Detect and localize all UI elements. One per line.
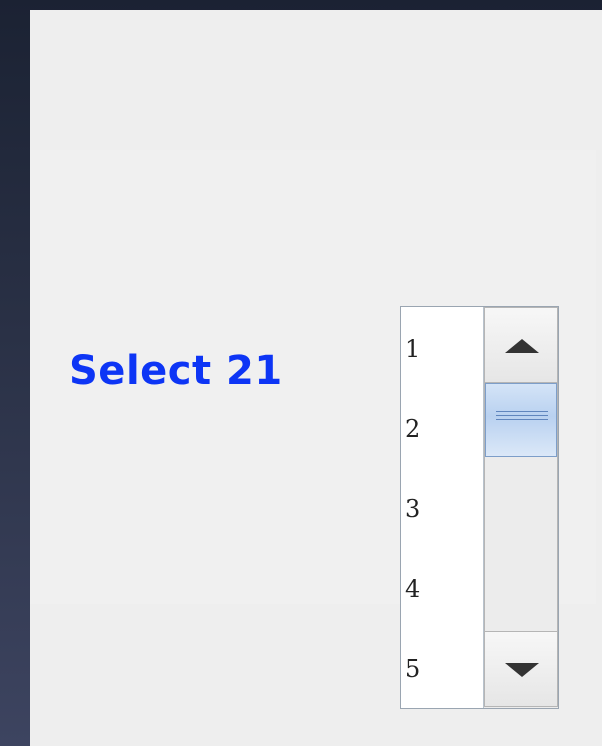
list-item-5[interactable]: 5: [401, 627, 483, 707]
content-panel: Select 21 1 2 3 4 5: [30, 150, 596, 709]
number-list[interactable]: 1 2 3 4 5: [400, 306, 559, 709]
scroll-up-button[interactable]: [484, 307, 558, 383]
list-item-label: 1: [405, 335, 421, 363]
list-item-label: 4: [405, 575, 421, 603]
list-items-area: 1 2 3 4 5: [401, 307, 484, 708]
arrow-up-icon: [505, 339, 539, 353]
list-item-3[interactable]: 3: [401, 467, 483, 547]
app-window: Select 21 1 2 3 4 5: [30, 10, 602, 746]
arrow-down-icon: [505, 663, 539, 677]
scroll-track[interactable]: [484, 383, 558, 631]
list-item-label: 3: [405, 495, 421, 523]
list-item-2[interactable]: 2: [401, 387, 483, 467]
scroll-down-button[interactable]: [484, 631, 558, 707]
vertical-scrollbar[interactable]: [484, 307, 558, 708]
list-item-label: 2: [405, 415, 421, 443]
list-item-label: 5: [405, 655, 421, 683]
list-item-1[interactable]: 1: [401, 307, 483, 387]
list-item-4[interactable]: 4: [401, 547, 483, 627]
prompt-label: Select 21: [69, 348, 283, 394]
scroll-thumb[interactable]: [485, 383, 557, 457]
grip-icon: [496, 411, 548, 421]
